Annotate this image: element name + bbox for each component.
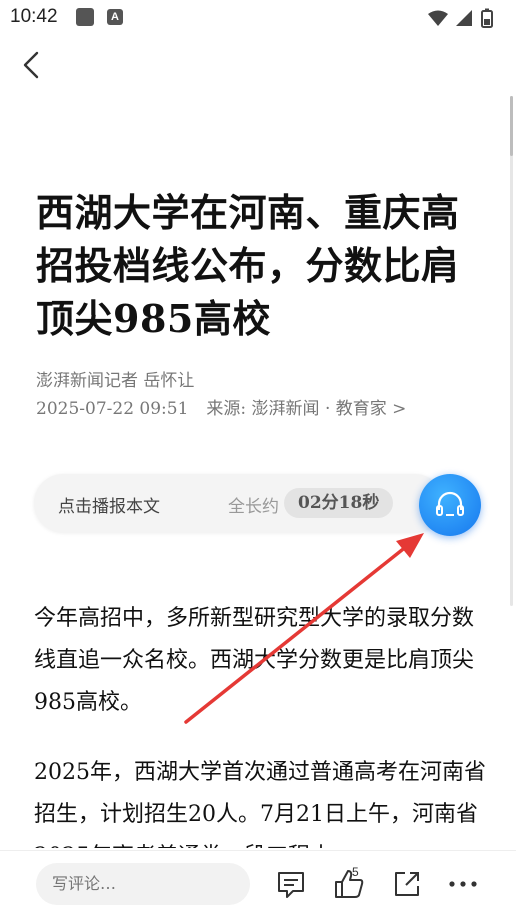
scrollbar-track <box>510 96 513 606</box>
article-paragraph: 今年高招中，多所新型研究型大学的录取分数线直追一众名校。西湖大学分数更是比肩顶尖… <box>34 606 475 715</box>
like-button[interactable] <box>332 867 366 901</box>
like-count: 5 <box>352 865 359 879</box>
comment-icon <box>278 872 304 898</box>
status-icons <box>426 8 506 32</box>
comment-input[interactable] <box>36 863 250 905</box>
article-datetime: 2025-07-22 09:51 <box>36 399 189 419</box>
article-title: 西湖大学在河南、重庆高招投档线公布，分数比肩顶尖985高校 <box>36 190 460 341</box>
back-button[interactable] <box>18 50 48 80</box>
app-notification-icon: A <box>107 9 123 25</box>
status-time: 10:42 <box>10 6 58 27</box>
notification-icon <box>76 8 94 26</box>
more-button[interactable] <box>446 867 480 901</box>
article-author: 澎湃新闻记者 岳怀让 <box>36 371 195 391</box>
comment-button[interactable] <box>274 867 308 901</box>
audio-play-button[interactable] <box>419 474 481 536</box>
article-source-link[interactable]: 来源: 澎湃新闻 · 教育家 > <box>206 399 406 419</box>
chevron-left-icon <box>23 51 39 79</box>
headphones-icon <box>436 491 464 516</box>
signal-icon <box>456 10 472 26</box>
audio-play-label[interactable]: 点击播报本文 <box>58 492 160 517</box>
bottom-action-bar: 5 <box>0 850 516 920</box>
scrollbar-thumb[interactable] <box>510 96 513 156</box>
share-icon <box>395 872 419 896</box>
status-bar: 10:42 A <box>0 0 516 36</box>
article-paragraph: 2025年，西湖大学首次通过普通高考在河南省招生，计划招生20人。7月21日上午… <box>34 760 486 848</box>
article-meta: 2025-07-22 09:51 来源: 澎湃新闻 · 教育家 > <box>36 394 406 419</box>
wifi-icon <box>428 10 448 26</box>
audio-length-label: 全长约 <box>228 497 279 517</box>
share-button[interactable] <box>390 867 424 901</box>
battery-icon <box>481 8 493 28</box>
audio-player-bar[interactable]: 点击播报本文 全长约 02分18秒 <box>34 474 444 532</box>
audio-duration-badge: 02分18秒 <box>284 488 394 518</box>
like-icon <box>335 870 364 898</box>
more-icon <box>449 881 477 887</box>
